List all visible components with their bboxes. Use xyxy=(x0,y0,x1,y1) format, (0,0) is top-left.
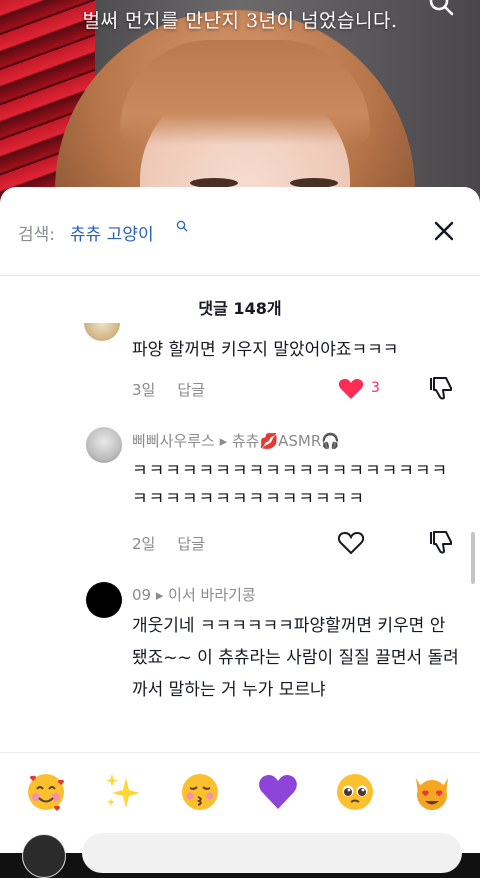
smiling-hearts-emoji-icon[interactable] xyxy=(24,770,68,814)
close-icon[interactable] xyxy=(434,221,454,241)
comments-count: 댓글 148개 xyxy=(198,299,282,318)
scrollbar[interactable] xyxy=(471,532,475,584)
heart-outline-icon[interactable] xyxy=(338,531,364,555)
kissing-emoji-icon[interactable] xyxy=(178,770,222,814)
my-avatar[interactable] xyxy=(22,834,66,878)
search-query-link[interactable]: 츄츄 고양이 xyxy=(70,220,154,245)
sparkles-emoji-icon[interactable] xyxy=(102,770,146,814)
comment-text: 개웃기네 ㅋㅋㅋㅋㅋㅋ파양할꺼면 키우면 안 됐죠~~ 이 츄츄라는 사람이 질… xyxy=(132,616,459,700)
dislike-icon[interactable] xyxy=(428,375,454,401)
dislike-icon[interactable] xyxy=(428,529,454,555)
comment-age: 3일 xyxy=(132,381,156,399)
comment-input-row xyxy=(0,830,480,878)
comment-age: 2일 xyxy=(132,535,156,553)
emoji-quick-bar xyxy=(0,752,480,831)
search-icon[interactable] xyxy=(428,0,454,16)
like-count: 3 xyxy=(371,380,380,396)
purple-heart-emoji-icon[interactable] xyxy=(256,770,300,814)
comment-meta: 2일 답글 xyxy=(132,533,205,554)
comment-username[interactable]: 삐삐사우루스 ▸ 츄츄💋ASMR🎧 xyxy=(132,430,340,451)
avatar[interactable] xyxy=(86,427,122,463)
heart-filled-icon[interactable] xyxy=(338,377,364,401)
avatar[interactable] xyxy=(86,582,122,618)
reply-button[interactable]: 답글 xyxy=(177,535,205,553)
search-suggestion-row[interactable]: 검색: 츄츄 고양이 xyxy=(0,187,480,276)
video-background[interactable]: 벌써 먼지를 만난지 3년이 넘었습니다. xyxy=(0,0,480,210)
avatar[interactable] xyxy=(84,323,120,341)
search-prefix: 검색: xyxy=(18,225,56,245)
pleading-emoji-icon[interactable] xyxy=(333,770,377,814)
comment-meta: 3일 답글 xyxy=(132,379,205,400)
heart-eyes-cat-emoji-icon[interactable] xyxy=(410,770,454,814)
reply-button[interactable]: 답글 xyxy=(177,381,205,399)
search-icon xyxy=(176,220,188,232)
comment-username[interactable]: 09 ▸ 이서 바라기콩 xyxy=(132,584,256,605)
comment-input[interactable] xyxy=(82,833,462,873)
video-caption: 벌써 먼지를 만난지 3년이 넘었습니다. xyxy=(82,10,398,32)
comments-sheet: 검색: 츄츄 고양이 댓글 148개 파양 할꺼면 키우지 말았어야죠ㅋㅋㅋ 3… xyxy=(0,187,480,878)
comment-text: ㅋㅋㅋㅋㅋㅋㅋㅋㅋㅋㅋㅋㅋㅋㅋㅋㅋㅋㅋㅋㅋㅋㅋㅋㅋㅋㅋㅋㅋㅋㅋㅋㅋ xyxy=(132,461,449,509)
comment-text: 파양 할꺼면 키우지 말았어야죠ㅋㅋㅋ xyxy=(132,340,399,360)
comments-list[interactable]: 파양 할꺼면 키우지 말았어야죠ㅋㅋㅋ 3일 답글 3 삐삐사우루스 ▸ 츄츄💋A… xyxy=(0,323,480,753)
